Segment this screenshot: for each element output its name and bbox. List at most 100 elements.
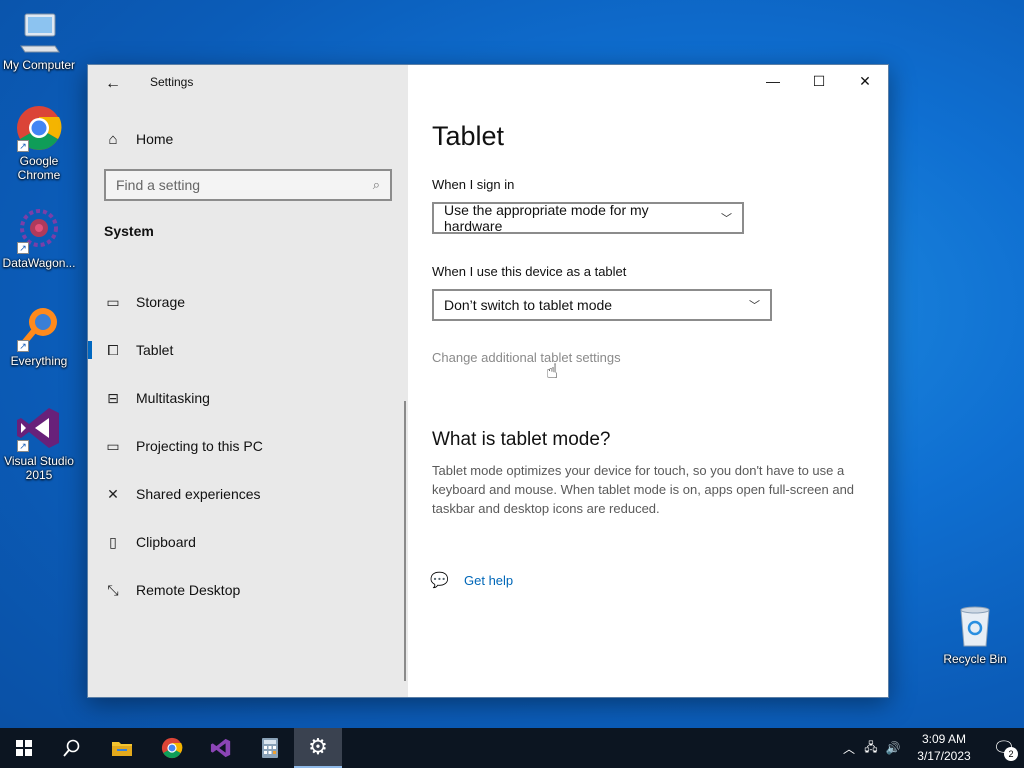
notification-count-badge: 2	[1004, 747, 1018, 761]
home-icon: ⌂	[108, 130, 118, 148]
desktop-icon-label: Recycle Bin	[943, 652, 1007, 666]
sidebar-item-label: Shared experiences	[136, 486, 261, 502]
get-help-link[interactable]: Get help	[464, 573, 513, 588]
shortcut-arrow-icon: ↗	[17, 242, 29, 254]
remote-desktop-icon: ⤡	[107, 581, 119, 598]
volume-icon[interactable]: 🔊	[882, 741, 904, 755]
find-setting-search-input[interactable]: Find a setting ⌕	[104, 169, 392, 201]
hand-pointer-cursor-icon: ☝	[546, 361, 559, 383]
desktop-icon-google-chrome[interactable]: ↗ Google Chrome	[0, 104, 78, 182]
chevron-up-icon[interactable]: ︿	[838, 740, 860, 757]
chevron-down-icon: ﹀	[749, 300, 760, 312]
desktop-icon-recycle-bin[interactable]: Recycle Bin	[936, 602, 1014, 666]
close-icon: ✕	[859, 73, 871, 89]
settings-nav-pane: ← Settings ⌂ Home Find a setting ⌕ Syste…	[88, 65, 408, 697]
clock-time: 3:09 AM	[921, 732, 967, 746]
minimize-button[interactable]: —	[750, 65, 796, 97]
search-icon: ⌕	[372, 177, 380, 192]
desktop-icon-label: My Computer	[2, 58, 76, 72]
taskbar-search-button[interactable]	[48, 728, 96, 768]
tablet-switch-dropdown[interactable]: Don’t switch to tablet mode ﹀	[432, 289, 772, 321]
taskbar-file-explorer[interactable]	[98, 728, 146, 768]
storage-icon: ▭	[106, 293, 120, 310]
taskbar-visual-studio[interactable]	[197, 728, 245, 768]
search-icon	[63, 739, 80, 757]
sidebar-item-label: Clipboard	[136, 534, 196, 550]
recycle-bin-icon	[951, 602, 999, 650]
taskbar-clock[interactable]: 3:09 AM 3/17/2023	[904, 731, 984, 765]
sidebar-item-multitasking[interactable]: ⊟ Multitasking	[88, 381, 404, 415]
file-explorer-icon	[112, 742, 132, 756]
nav-section-system: System	[104, 223, 154, 239]
shared-experiences-icon: ✕	[107, 485, 119, 502]
settings-content-pane: — ☐ ✕ Tablet When I sign in Use the appr…	[408, 65, 888, 697]
sidebar-item-label: Tablet	[136, 342, 174, 358]
taskbar-chrome[interactable]	[148, 728, 196, 768]
shortcut-arrow-icon: ↗	[17, 340, 29, 352]
datawagon-icon: ↗	[15, 206, 63, 254]
chrome-icon: ↗	[15, 104, 63, 152]
tablet-icon: ⧠	[107, 341, 119, 358]
sidebar-item-label: Storage	[136, 294, 186, 310]
desktop-icon-label: DataWagon...	[2, 256, 76, 270]
signin-mode-value: Use the appropriate mode for my hardware	[444, 202, 649, 234]
section-title: What is tablet mode?	[432, 429, 611, 450]
taskbar-calculator[interactable]	[246, 728, 294, 768]
shortcut-arrow-icon: ↗	[17, 440, 29, 452]
nav-home-label: Home	[136, 131, 174, 147]
maximize-button[interactable]: ☐	[796, 65, 842, 97]
window-controls: — ☐ ✕	[750, 65, 888, 97]
visual-studio-icon	[210, 738, 231, 758]
desktop-icon-everything[interactable]: ↗ Everything	[0, 304, 78, 368]
clipboard-icon: ▯	[109, 533, 117, 550]
desktop-icon-label: Visual Studio 2015	[4, 454, 74, 482]
system-tray: ︿ 🖧 🔊 3:09 AM 3/17/2023 🗨 2	[838, 728, 1024, 768]
nav-home[interactable]: ⌂ Home	[104, 127, 173, 151]
sidebar-item-shared-experiences[interactable]: ✕ Shared experiences	[88, 477, 404, 511]
visual-studio-icon: ↗	[15, 404, 63, 452]
sidebar-item-projecting[interactable]: ▭ Projecting to this PC	[88, 429, 404, 463]
sidebar-item-clipboard[interactable]: ▯ Clipboard	[88, 525, 404, 559]
minimize-icon: —	[766, 73, 780, 89]
maximize-icon: ☐	[812, 73, 826, 89]
tablet-mode-description: Tablet mode optimizes your device for to…	[432, 463, 855, 516]
sidebar-item-label: Multitasking	[136, 390, 210, 406]
desktop-icon-label: Google Chrome	[17, 154, 61, 182]
signin-label: When I sign in	[432, 177, 515, 192]
desktop-icon-label: Everything	[10, 354, 68, 368]
back-button[interactable]: ←	[102, 73, 124, 95]
network-icon[interactable]: 🖧	[860, 738, 882, 759]
sidebar-item-tablet[interactable]: ⧠ Tablet	[88, 333, 404, 367]
desktop-icon-visual-studio[interactable]: ↗ Visual Studio 2015	[0, 404, 78, 482]
shortcut-arrow-icon: ↗	[17, 140, 29, 152]
nav-scrollbar[interactable]	[404, 401, 406, 681]
calculator-icon	[262, 738, 278, 758]
app-title: Settings	[150, 75, 194, 89]
signin-mode-dropdown[interactable]: Use the appropriate mode for my hardware…	[432, 202, 744, 234]
multitasking-icon: ⊟	[107, 389, 119, 406]
desktop-icon-datawagon[interactable]: ↗ DataWagon...	[0, 206, 78, 270]
search-placeholder: Find a setting	[116, 177, 201, 193]
get-help-icon: 💬	[430, 572, 449, 589]
chevron-down-icon: ﹀	[721, 213, 732, 225]
taskbar: ⚙ ︿ 🖧 🔊 3:09 AM 3/17/2023 🗨 2	[0, 728, 1024, 768]
settings-window: ← Settings ⌂ Home Find a setting ⌕ Syste…	[87, 64, 889, 698]
page-title: Tablet	[432, 121, 505, 151]
start-button[interactable]	[0, 728, 48, 768]
tablet-switch-value: Don’t switch to tablet mode	[444, 297, 613, 313]
everything-search-icon: ↗	[15, 304, 63, 352]
computer-icon	[15, 8, 63, 56]
tablet-use-label: When I use this device as a tablet	[432, 264, 627, 279]
change-additional-tablet-settings-link[interactable]: Change additional tablet settings	[432, 350, 621, 365]
clock-date: 3/17/2023	[917, 749, 971, 763]
sidebar-item-label: Projecting to this PC	[136, 438, 263, 454]
desktop-icon-my-computer[interactable]: My Computer	[0, 8, 78, 72]
close-button[interactable]: ✕	[842, 65, 888, 97]
settings-gear-icon: ⚙	[308, 734, 328, 759]
start-icon	[16, 740, 32, 756]
taskbar-settings[interactable]: ⚙	[294, 728, 342, 768]
projecting-icon: ▭	[106, 437, 120, 454]
action-center-button[interactable]: 🗨 2	[984, 728, 1024, 768]
sidebar-item-storage[interactable]: ▭ Storage	[88, 285, 404, 319]
sidebar-item-remote-desktop[interactable]: ⤡ Remote Desktop	[88, 573, 404, 607]
